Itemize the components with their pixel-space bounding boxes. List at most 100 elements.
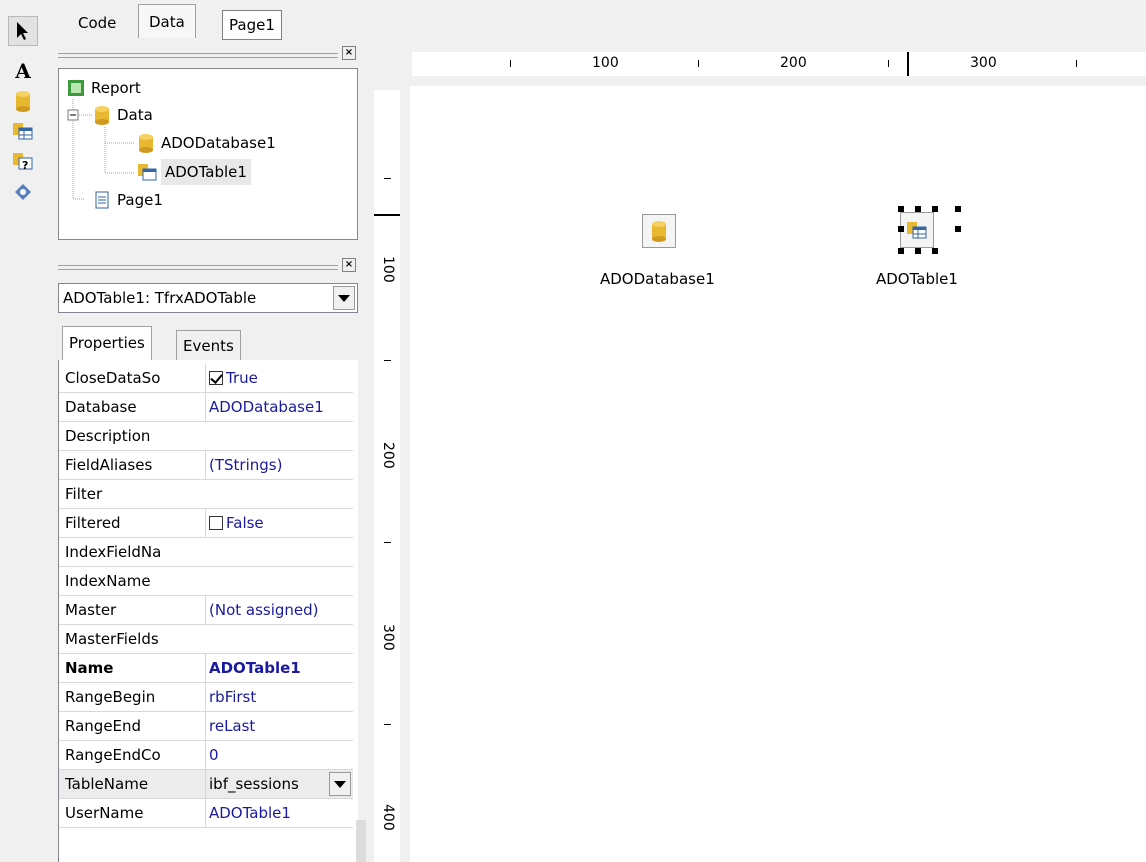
property-value[interactable]: (Not assigned)	[205, 596, 353, 624]
table-icon[interactable]	[8, 116, 38, 146]
resize-handle[interactable]	[898, 248, 904, 254]
property-value[interactable]: (TStrings)	[205, 451, 353, 479]
property-value[interactable]: False	[205, 509, 353, 537]
property-grid: CloseDataSo True Database ADODatabase1 D…	[58, 360, 358, 862]
adotable-component[interactable]	[900, 212, 934, 248]
tree-item-report[interactable]: Report	[67, 75, 141, 101]
property-row-rangeendcount[interactable]: RangeEndCo 0	[59, 741, 353, 770]
page-icon	[93, 190, 111, 210]
chevron-down-icon[interactable]	[329, 772, 351, 796]
design-canvas[interactable]: ADODatabase1 ADOTable1	[410, 86, 1146, 862]
property-row-rangeend[interactable]: RangeEnd reLast	[59, 712, 353, 741]
text-icon[interactable]: A	[8, 56, 38, 86]
property-value-text: True	[226, 369, 258, 387]
tree-item-page1[interactable]: Page1	[93, 187, 163, 213]
property-value-text: ibf_sessions	[209, 775, 299, 793]
tab-page1[interactable]: Page1	[222, 10, 282, 40]
tree-item-data[interactable]: Data	[93, 102, 153, 128]
tree-panel-header: ×	[58, 46, 358, 62]
adotable-label: ADOTable1	[876, 270, 958, 288]
property-name: RangeEnd	[65, 717, 142, 735]
property-row-description[interactable]: Description	[59, 422, 353, 451]
property-row-filter[interactable]: Filter	[59, 480, 353, 509]
property-value[interactable]: reLast	[205, 712, 353, 740]
tree-item-label: Report	[91, 79, 141, 97]
tab-properties[interactable]: Properties	[62, 326, 152, 360]
tool-strip: A ?	[0, 0, 54, 862]
resize-handle[interactable]	[955, 226, 961, 232]
property-row-username[interactable]: UserName ADOTable1	[59, 799, 353, 828]
resize-handle[interactable]	[932, 206, 938, 212]
inspector-panel-header: ×	[58, 258, 358, 274]
property-row-masterfields[interactable]: MasterFields	[59, 625, 353, 654]
resize-handle[interactable]	[955, 206, 961, 212]
property-name: Name	[65, 659, 114, 677]
horizontal-ruler: 100 200 300	[412, 52, 1146, 76]
object-selector-value: ADOTable1: TfrxADOTable	[63, 289, 257, 307]
chevron-down-icon[interactable]	[333, 286, 355, 310]
resize-handle[interactable]	[932, 248, 938, 254]
tree-item-label: Page1	[117, 191, 163, 209]
resize-handle[interactable]	[915, 206, 921, 212]
property-row-closedatasource[interactable]: CloseDataSo True	[59, 364, 353, 393]
checkbox-checked-icon[interactable]	[209, 371, 223, 385]
resize-handle[interactable]	[898, 206, 904, 212]
close-tree-panel-icon[interactable]: ×	[342, 46, 356, 60]
property-value[interactable]: True	[205, 364, 353, 392]
close-inspector-panel-icon[interactable]: ×	[342, 258, 356, 272]
property-name: RangeEndCo	[65, 746, 161, 764]
ruler-label-300: 300	[380, 624, 396, 651]
property-name: MasterFields	[65, 630, 159, 648]
pointer-icon[interactable]	[8, 16, 38, 46]
ruler-cursor-marker	[374, 214, 400, 216]
database-icon	[652, 221, 666, 242]
property-value[interactable]: ibf_sessions	[205, 770, 353, 798]
wizard-icon[interactable]	[8, 176, 38, 206]
ruler-label-400: 400	[380, 804, 396, 831]
property-value[interactable]: ADOTable1	[205, 799, 353, 827]
property-name: TableName	[65, 775, 149, 793]
property-name: Description	[65, 427, 151, 445]
property-name: Database	[65, 398, 137, 416]
property-value[interactable]: ADODatabase1	[205, 393, 353, 421]
resize-handle[interactable]	[915, 248, 921, 254]
query-icon[interactable]: ?	[8, 146, 38, 176]
property-value[interactable]: 0	[205, 741, 353, 769]
vertical-ruler: 100 200 300 400	[374, 90, 400, 862]
property-name: Filter	[65, 485, 103, 503]
ruler-label-100: 100	[380, 256, 396, 283]
resize-handle[interactable]	[898, 226, 904, 232]
property-value[interactable]: rbFirst	[205, 683, 353, 711]
ruler-label-200: 200	[380, 442, 396, 469]
tree-item-label: ADOTable1	[161, 159, 251, 185]
property-row-name[interactable]: Name ADOTable1	[59, 654, 353, 683]
property-row-filtered[interactable]: Filtered False	[59, 509, 353, 538]
property-row-fieldaliases[interactable]: FieldAliases (TStrings)	[59, 451, 353, 480]
tree-item-adodatabase[interactable]: ADODatabase1	[137, 130, 276, 156]
property-value[interactable]: ADOTable1	[205, 654, 353, 682]
table-icon	[907, 222, 927, 239]
tab-events[interactable]: Events	[176, 330, 241, 360]
property-row-master[interactable]: Master (Not assigned)	[59, 596, 353, 625]
database-icon	[93, 105, 111, 125]
object-selector[interactable]: ADOTable1: TfrxADOTable	[58, 283, 358, 313]
property-row-rangebegin[interactable]: RangeBegin rbFirst	[59, 683, 353, 712]
property-row-tablename[interactable]: TableName ibf_sessions	[59, 770, 353, 799]
checkbox-unchecked-icon[interactable]	[209, 516, 223, 530]
tree-item-label: ADODatabase1	[161, 134, 276, 152]
property-name: UserName	[65, 804, 144, 822]
property-name: Master	[65, 601, 117, 619]
property-row-indexfieldnames[interactable]: IndexFieldNa	[59, 538, 353, 567]
tree-item-adotable[interactable]: ADOTable1	[137, 159, 251, 185]
tab-data[interactable]: Data	[138, 4, 196, 38]
property-row-indexname[interactable]: IndexName	[59, 567, 353, 596]
property-name: RangeBegin	[65, 688, 156, 706]
svg-text:?: ?	[22, 159, 28, 172]
splitter-grip[interactable]	[356, 820, 366, 862]
property-row-database[interactable]: Database ADODatabase1	[59, 393, 353, 422]
property-value-text: False	[226, 514, 264, 532]
database-icon[interactable]	[8, 86, 38, 116]
tab-code[interactable]: Code	[68, 8, 126, 38]
adodatabase-component[interactable]	[642, 214, 676, 248]
data-tree: Report Data ADODatabase1 ADOTable1 Page1	[58, 68, 358, 240]
